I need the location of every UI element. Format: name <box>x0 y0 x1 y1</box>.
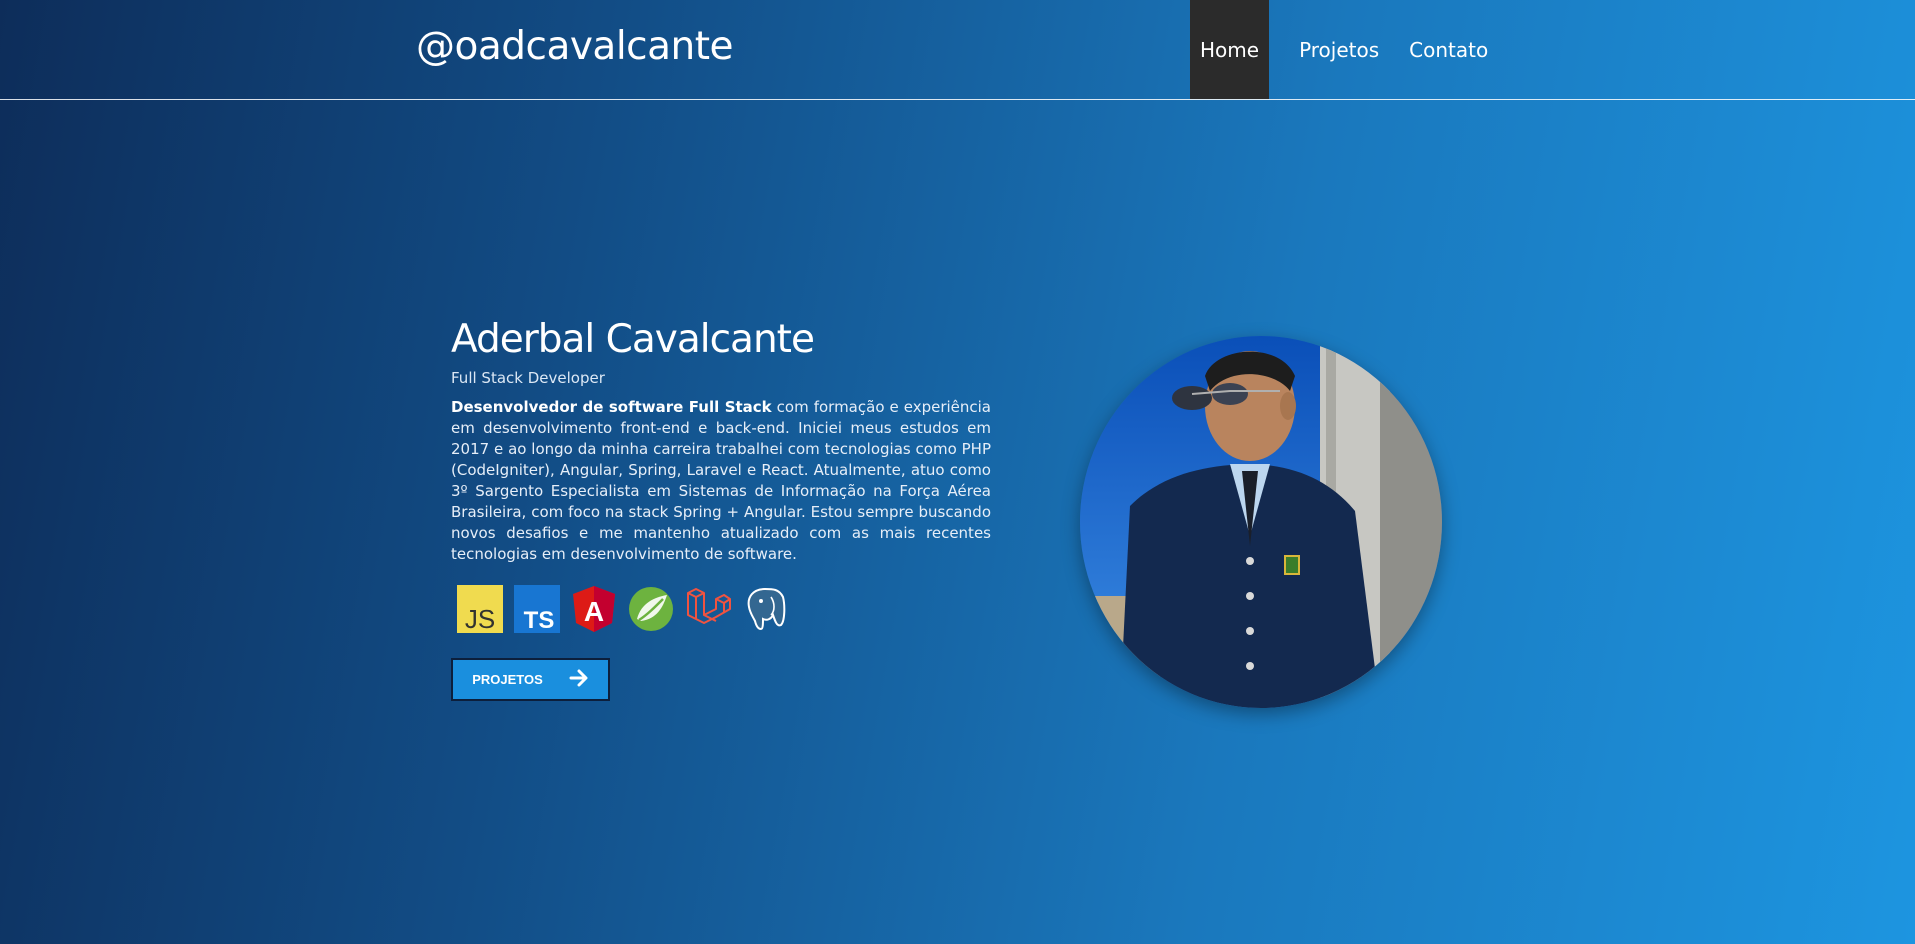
nav-item-projetos[interactable]: Projetos <box>1289 0 1389 99</box>
typescript-icon-label: TS <box>524 607 555 633</box>
arrow-right-icon <box>569 669 589 690</box>
spring-icon <box>627 585 675 633</box>
projects-button[interactable]: PROJETOS <box>451 658 610 701</box>
nav-item-home[interactable]: Home <box>1190 0 1270 99</box>
javascript-icon-label: JS <box>465 604 495 633</box>
hero-role: Full Stack Developer <box>451 368 605 387</box>
tech-icons-row: JS TS A <box>451 584 991 633</box>
hero-description: Desenvolvedor de software Full Stack com… <box>451 397 991 565</box>
nav-item-contato[interactable]: Contato <box>1399 0 1498 99</box>
hero-description-bold: Desenvolvedor de software Full Stack <box>451 397 772 416</box>
profile-photo <box>1080 336 1442 708</box>
main-nav: Home Projetos Contato <box>1190 0 1508 99</box>
postgresql-icon <box>741 585 789 633</box>
hero-section: Aderbal Cavalcante Full Stack Developer … <box>451 317 991 633</box>
projects-button-label: PROJETOS <box>472 672 543 687</box>
angular-icon-label: A <box>584 596 604 627</box>
javascript-icon: JS <box>456 584 504 633</box>
site-logo-link[interactable]: @oadcavalcante <box>416 24 734 71</box>
laravel-icon <box>684 585 732 633</box>
site-header: @oadcavalcante Home Projetos Contato <box>0 0 1915 100</box>
typescript-icon: TS <box>513 584 561 633</box>
hero-name: Aderbal Cavalcante <box>451 317 815 362</box>
angular-icon: A <box>570 585 618 633</box>
hero-description-text: com formação e experiência em desenvolvi… <box>451 397 991 563</box>
